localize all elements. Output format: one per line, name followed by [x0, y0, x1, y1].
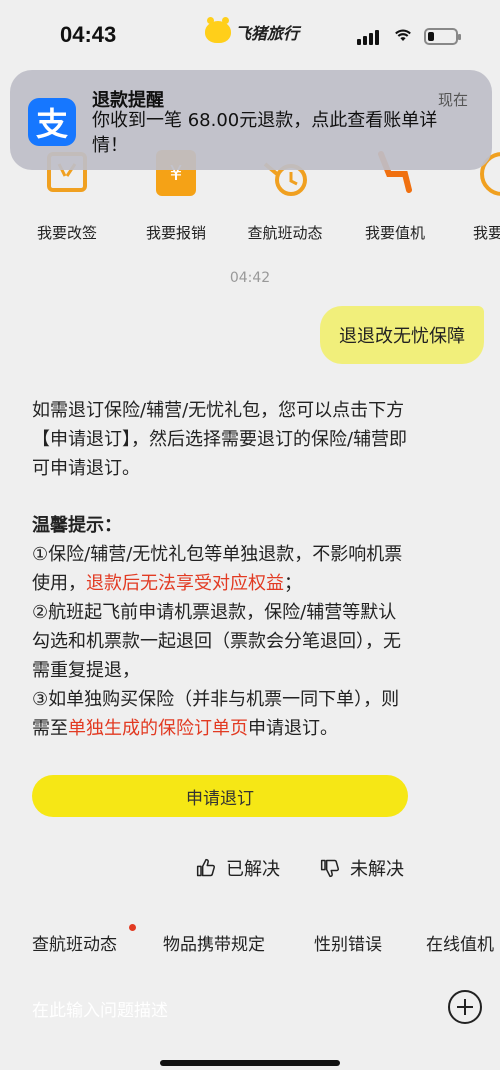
home-indicator	[160, 1060, 340, 1066]
tab-online-checkin[interactable]: 在线值机	[426, 930, 494, 955]
unresolved-button[interactable]: 未解决	[320, 855, 404, 881]
chat-input-bar: 在此输入问题描述	[0, 970, 500, 1042]
new-dot-badge	[129, 924, 136, 931]
quick-question-tabs: 查航班动态 物品携带规定 性别错误 在线值机	[0, 924, 500, 960]
tip-1-warning: 退款后无法享受对应权益	[86, 573, 284, 594]
tip-1: ①保险/辅营/无忧礼包等单独退款，不影响机票使用，退款后无法享受对应权益；	[32, 544, 403, 594]
tips-title: 温馨提示：	[32, 515, 122, 536]
tip-3: ③如单独购买保险（并非与机票一同下单），则需至单独生成的保险订单页申请退订。	[32, 689, 400, 739]
tab-gender-error[interactable]: 性别错误	[314, 930, 382, 955]
alipay-icon: 支	[28, 98, 76, 146]
quick-action-label: 我要改签	[36, 224, 97, 242]
refund-notification[interactable]: 支 退款提醒 现在 你收到一笔 68.00元退款，点此查看账单详情！	[10, 70, 492, 170]
unresolved-label: 未解决	[350, 859, 404, 880]
status-bar: 04:43 飞猪旅行	[0, 0, 500, 64]
status-time: 04:43	[60, 22, 117, 47]
message-input[interactable]: 在此输入问题描述	[32, 996, 168, 1021]
insurance-order-page-link: 单独生成的保险订单页	[68, 718, 248, 739]
tab-baggage-rules[interactable]: 物品携带规定	[163, 930, 265, 955]
tab-flight-status[interactable]: 查航班动态	[32, 930, 117, 955]
app-brand-label: 飞猪旅行	[235, 24, 300, 43]
user-message-bubble: 退退改无忧保障	[320, 306, 484, 364]
tip-2: ②航班起飞前申请机票退款，保险/辅营等默认勾选和机票款一起退回（票款会分笔退回）…	[32, 602, 401, 681]
apply-refund-button[interactable]: 申请退订	[32, 775, 408, 817]
app-brand: 飞猪旅行	[205, 17, 300, 44]
fliggy-logo-icon	[205, 17, 231, 43]
bot-paragraph: 如需退订保险/辅营/无忧礼包，您可以点击下方【申请退订】，然后选择需要退订的保险…	[32, 400, 408, 479]
bot-message: 如需退订保险/辅营/无忧礼包，您可以点击下方【申请退订】，然后选择需要退订的保险…	[32, 396, 412, 743]
thumbs-down-icon	[320, 859, 339, 878]
quick-action-label: 我要值机	[364, 224, 425, 242]
notification-time: 现在	[437, 91, 468, 109]
cellular-signal-icon	[357, 30, 379, 45]
quick-action-label: 我要	[473, 224, 500, 242]
quick-action-label: 我要报销	[145, 224, 206, 242]
notification-body: 你收到一笔 68.00元退款，点此查看账单详情！	[92, 110, 438, 156]
add-attachment-button[interactable]	[448, 990, 482, 1024]
resolved-button[interactable]: 已解决	[196, 855, 280, 881]
battery-icon	[424, 28, 461, 45]
wifi-icon	[395, 29, 411, 41]
quick-action-label: 查航班动态	[247, 224, 323, 242]
resolved-label: 已解决	[226, 859, 280, 880]
chat-timestamp: 04:42	[229, 270, 271, 286]
thumbs-up-icon	[196, 858, 215, 877]
